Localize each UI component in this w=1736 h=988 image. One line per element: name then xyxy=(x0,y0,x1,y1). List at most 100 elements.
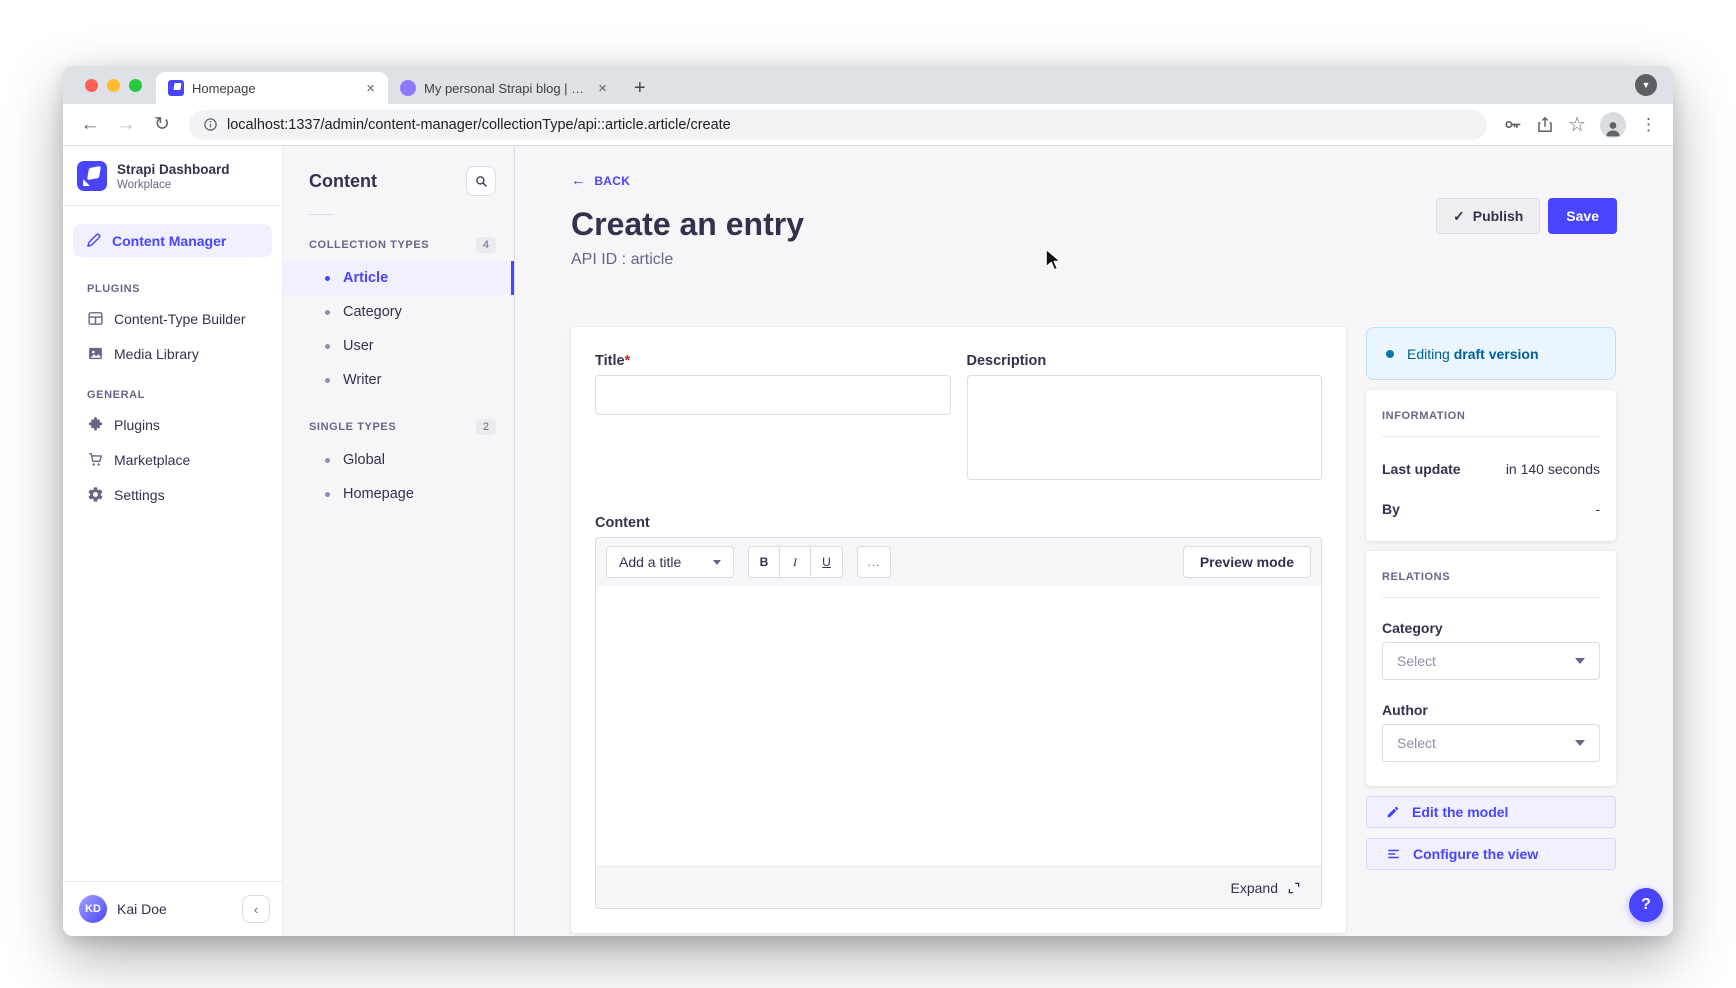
more-formats-button[interactable]: ... xyxy=(857,546,891,578)
sidebar-item-label: Media Library xyxy=(114,346,199,362)
italic-button[interactable]: I xyxy=(780,547,811,577)
sidebar-item-plugins[interactable]: Plugins xyxy=(63,407,282,442)
editor-footer: Expand xyxy=(596,866,1321,908)
collection-types-count-badge: 4 xyxy=(476,237,496,253)
subnav-item-global[interactable]: Global xyxy=(283,443,514,477)
bold-button[interactable]: B xyxy=(749,547,780,577)
draft-notice-text: Editing draft version xyxy=(1407,346,1539,362)
tab-search-button[interactable]: ▼ xyxy=(1635,74,1657,96)
preview-mode-button[interactable]: Preview mode xyxy=(1183,546,1311,578)
tab-homepage[interactable]: Homepage × xyxy=(156,72,388,104)
back-label: BACK xyxy=(594,174,630,188)
pen-icon xyxy=(85,232,102,249)
layout-grid-icon xyxy=(87,310,104,327)
browser-menu-icon[interactable]: ⋮ xyxy=(1640,115,1657,135)
author-field-label: Author xyxy=(1382,702,1600,718)
subnav-item-label: Homepage xyxy=(343,486,414,502)
sidebar-nav: Content Manager PLUGINS Content-Type Bui… xyxy=(63,206,282,881)
label-text: Title xyxy=(595,353,625,369)
share-icon[interactable] xyxy=(1536,115,1554,134)
browser-toolbar: ← → ↻ localhost:1337/admin/content-manag… xyxy=(63,104,1673,146)
draft-emphasis: draft version xyxy=(1454,346,1539,362)
expand-label[interactable]: Expand xyxy=(1231,880,1278,896)
configure-view-button[interactable]: Configure the view xyxy=(1366,838,1616,870)
content-field-label: Content xyxy=(595,515,1322,531)
zoom-window-button[interactable] xyxy=(129,79,142,92)
configure-lines-icon xyxy=(1386,847,1401,861)
sidebar-item-label: Content-Type Builder xyxy=(114,311,246,327)
sidebar-item-content-manager[interactable]: Content Manager xyxy=(73,224,272,257)
user-name: Kai Doe xyxy=(117,901,232,917)
toolbar-icons: ☆ ⋮ xyxy=(1499,112,1661,138)
help-button[interactable]: ? xyxy=(1629,888,1663,922)
blog-favicon-icon xyxy=(400,80,416,96)
edit-model-button[interactable]: Edit the model xyxy=(1366,796,1616,828)
close-window-button[interactable] xyxy=(85,79,98,92)
category-select[interactable]: Select xyxy=(1382,642,1600,680)
info-row-last-update: Last update in 140 seconds xyxy=(1382,461,1600,477)
sidebar-item-content-type-builder[interactable]: Content-Type Builder xyxy=(63,301,282,336)
subnav-title: Content xyxy=(309,171,377,192)
back-link[interactable]: ← BACK xyxy=(571,172,630,189)
bookmark-star-icon[interactable]: ☆ xyxy=(1568,112,1586,137)
bullet-icon xyxy=(325,378,330,383)
browser-back-button[interactable]: ← xyxy=(75,110,105,140)
password-key-icon[interactable] xyxy=(1503,115,1522,134)
cart-icon xyxy=(87,451,104,468)
information-heading: INFORMATION xyxy=(1382,410,1600,422)
subnav-item-label: Global xyxy=(343,452,385,468)
subnav-item-label: Writer xyxy=(343,372,381,388)
site-info-icon[interactable] xyxy=(203,117,218,132)
browser-reload-button[interactable]: ↻ xyxy=(147,110,177,140)
relations-card: RELATIONS Category Select Author Select xyxy=(1366,551,1616,786)
subnav-item-article[interactable]: Article xyxy=(283,261,514,295)
subnav-item-category[interactable]: Category xyxy=(283,295,514,329)
address-bar[interactable]: localhost:1337/admin/content-manager/col… xyxy=(189,110,1487,140)
editor-body[interactable] xyxy=(596,586,1321,866)
title-input[interactable] xyxy=(595,375,951,415)
expand-icon[interactable] xyxy=(1287,881,1301,895)
entry-side-panel: Editing draft version INFORMATION Last u… xyxy=(1366,327,1616,870)
check-icon: ✓ xyxy=(1453,208,1465,225)
information-card: INFORMATION Last update in 140 seconds B… xyxy=(1366,390,1616,541)
sidebar-item-label: Content Manager xyxy=(112,233,226,249)
sidebar-item-media-library[interactable]: Media Library xyxy=(63,336,282,371)
entry-form-card: Title* Description Content xyxy=(571,327,1346,933)
save-button[interactable]: Save xyxy=(1548,198,1617,234)
tab-close-icon[interactable]: × xyxy=(595,80,610,97)
heading-select[interactable]: Add a title xyxy=(606,546,734,578)
person-icon xyxy=(1603,118,1623,138)
search-button[interactable] xyxy=(466,166,496,196)
author-select[interactable]: Select xyxy=(1382,724,1600,762)
minimize-window-button[interactable] xyxy=(107,79,120,92)
header-actions: ✓ Publish Save xyxy=(1436,198,1617,234)
subnav-item-writer[interactable]: Writer xyxy=(283,363,514,397)
tab-title: Homepage xyxy=(192,81,355,96)
publish-button[interactable]: ✓ Publish xyxy=(1436,198,1540,234)
description-textarea[interactable] xyxy=(967,375,1323,480)
active-indicator xyxy=(511,261,514,295)
divider xyxy=(1382,597,1600,598)
chrome-profile-avatar[interactable] xyxy=(1600,112,1626,138)
chevron-down-icon xyxy=(1575,658,1585,664)
new-tab-button[interactable]: + xyxy=(620,72,660,104)
sidebar-item-marketplace[interactable]: Marketplace xyxy=(63,442,282,477)
underline-button[interactable]: U xyxy=(811,547,842,577)
group-label-collection-types: COLLECTION TYPES xyxy=(309,239,429,251)
browser-forward-button[interactable]: → xyxy=(111,110,141,140)
workspace-name: Workplace xyxy=(117,179,230,191)
info-value: - xyxy=(1595,501,1600,517)
tab-close-icon[interactable]: × xyxy=(363,80,378,97)
rich-text-editor: Add a title B I U ... Preview mode xyxy=(595,537,1322,909)
collapse-sidebar-button[interactable]: ‹ xyxy=(242,895,270,923)
bullet-icon xyxy=(325,310,330,315)
user-avatar[interactable]: KD xyxy=(79,895,107,923)
api-id-subtitle: API ID : article xyxy=(571,251,1617,269)
subnav-item-user[interactable]: User xyxy=(283,329,514,363)
subnav-item-homepage[interactable]: Homepage xyxy=(283,477,514,511)
status-dot-icon xyxy=(1386,350,1394,358)
tab-strapi-blog[interactable]: My personal Strapi blog | Strap × xyxy=(388,72,620,104)
workspace-switcher[interactable]: Strapi Dashboard Workplace xyxy=(63,146,282,206)
single-types-count-badge: 2 xyxy=(476,419,496,435)
sidebar-item-settings[interactable]: Settings xyxy=(63,477,282,512)
